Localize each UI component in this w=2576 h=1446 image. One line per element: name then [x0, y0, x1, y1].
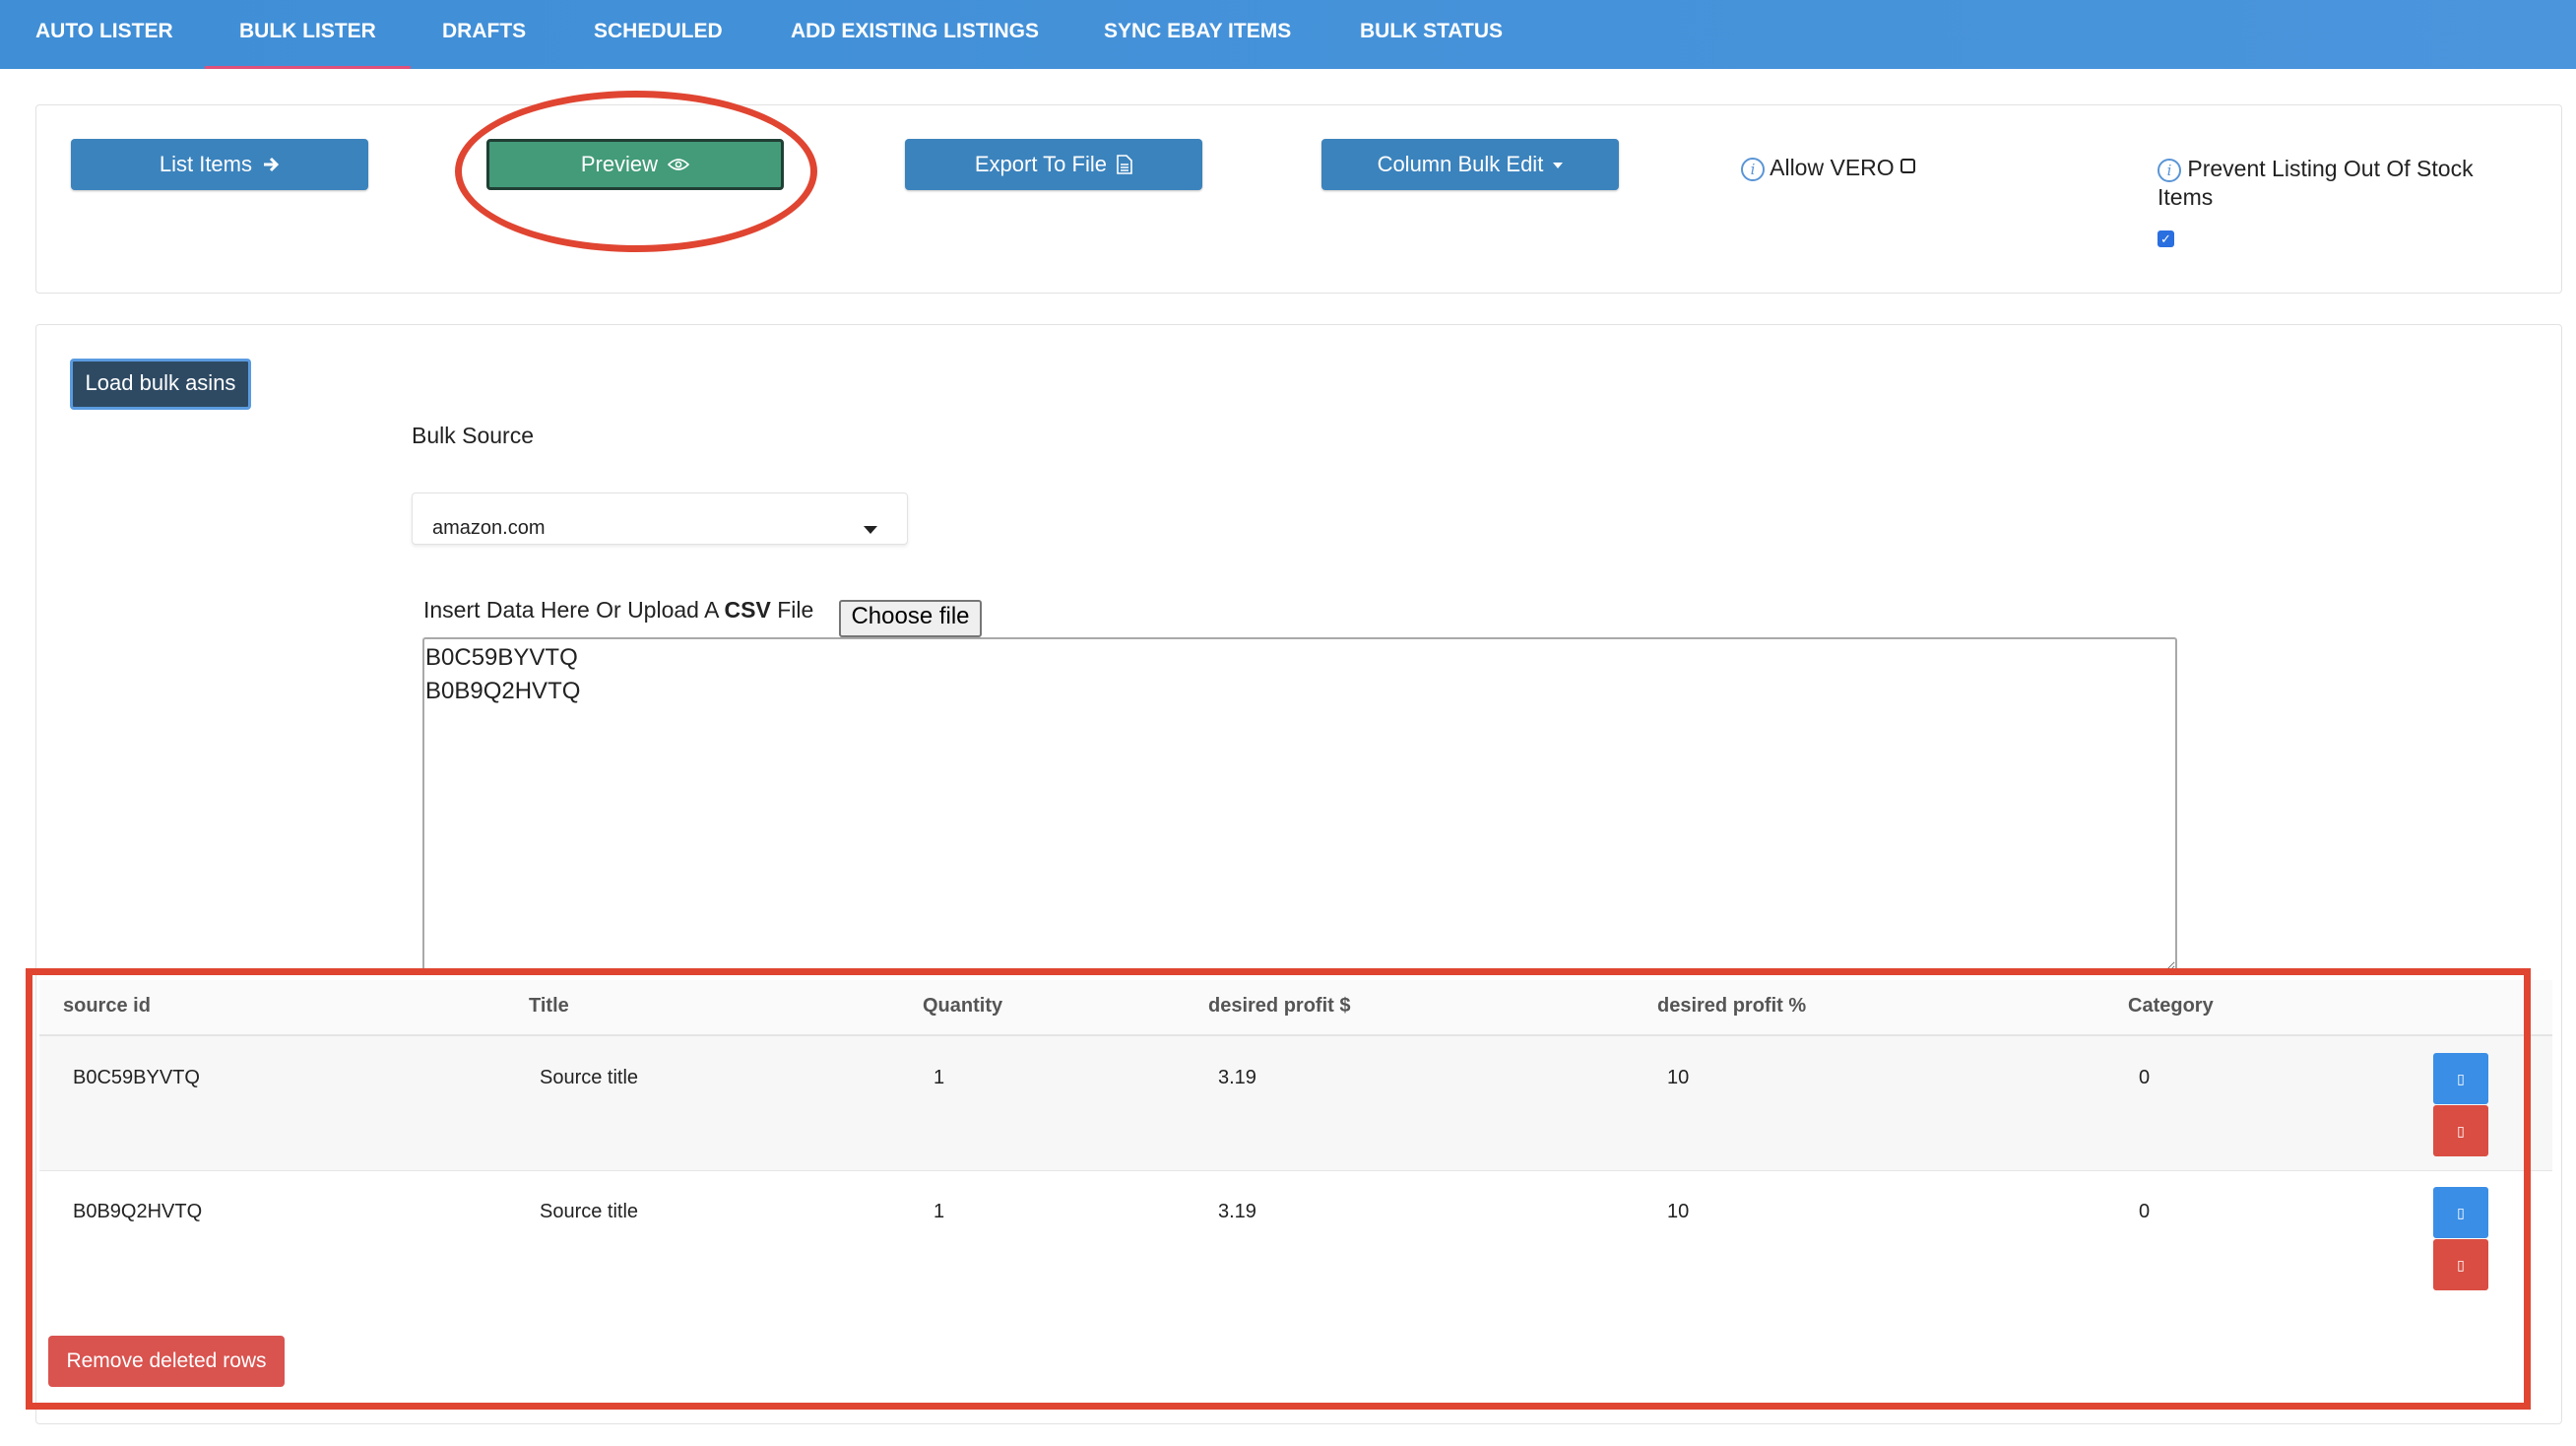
prevent-oos-label-cont: Items	[2157, 184, 2214, 210]
prevent-oos-option: i Prevent Listing Out Of Stock Items	[2157, 155, 2474, 212]
insert-label-post: File	[770, 597, 814, 623]
tab-bulk-lister[interactable]: BULK LISTER	[205, 0, 411, 69]
prevent-oos-label: Prevent Listing Out Of Stock	[2187, 156, 2474, 181]
annotation-box	[26, 968, 2531, 1410]
prevent-oos-checkbox[interactable]: ✓	[2157, 230, 2174, 247]
column-bulk-edit-button[interactable]: Column Bulk Edit	[1321, 139, 1619, 190]
export-to-file-button[interactable]: Export To File	[905, 139, 1202, 190]
load-bulk-asins-button[interactable]: Load bulk asins	[70, 359, 251, 410]
tab-add-existing-listings[interactable]: ADD EXISTING LISTINGS	[791, 0, 1039, 69]
bulk-source-label: Bulk Source	[412, 423, 535, 448]
allow-vero-option: i Allow VERO	[1741, 155, 1916, 181]
tab-auto-lister[interactable]: AUTO LISTER	[35, 0, 173, 69]
chevron-down-icon	[864, 526, 877, 534]
allow-vero-checkbox[interactable]	[1900, 159, 1916, 173]
choose-file-button[interactable]: Choose file	[839, 600, 982, 637]
allow-vero-label: Allow VERO	[1770, 155, 1895, 180]
export-label: Export To File	[974, 152, 1107, 176]
tab-scheduled[interactable]: SCHEDULED	[594, 0, 723, 69]
asin-data-textarea[interactable]: B0C59BYVTQ B0B9Q2HVTQ	[422, 637, 2177, 972]
insert-label-bold: CSV	[724, 597, 771, 623]
top-nav: AUTO LISTER BULK LISTER DRAFTS SCHEDULED…	[0, 0, 2576, 69]
list-items-label: List Items	[159, 152, 252, 176]
info-icon[interactable]: i	[2157, 158, 2181, 182]
arrow-right-icon	[264, 157, 280, 172]
bulk-source-select[interactable]: amazon.com	[412, 493, 908, 545]
info-icon[interactable]: i	[1741, 157, 1765, 181]
list-items-button[interactable]: List Items	[71, 139, 368, 190]
insert-label-pre: Insert Data Here Or Upload A	[423, 597, 725, 623]
insert-data-label: Insert Data Here Or Upload A CSV File	[423, 597, 813, 624]
annotation-ellipse	[455, 91, 817, 252]
tab-sync-ebay-items[interactable]: SYNC EBAY ITEMS	[1104, 0, 1291, 69]
tab-drafts[interactable]: DRAFTS	[442, 0, 526, 69]
file-icon	[1117, 155, 1132, 174]
tab-bulk-status[interactable]: BULK STATUS	[1360, 0, 1503, 69]
caret-down-icon	[1553, 163, 1564, 168]
column-bulk-edit-label: Column Bulk Edit	[1377, 152, 1544, 176]
